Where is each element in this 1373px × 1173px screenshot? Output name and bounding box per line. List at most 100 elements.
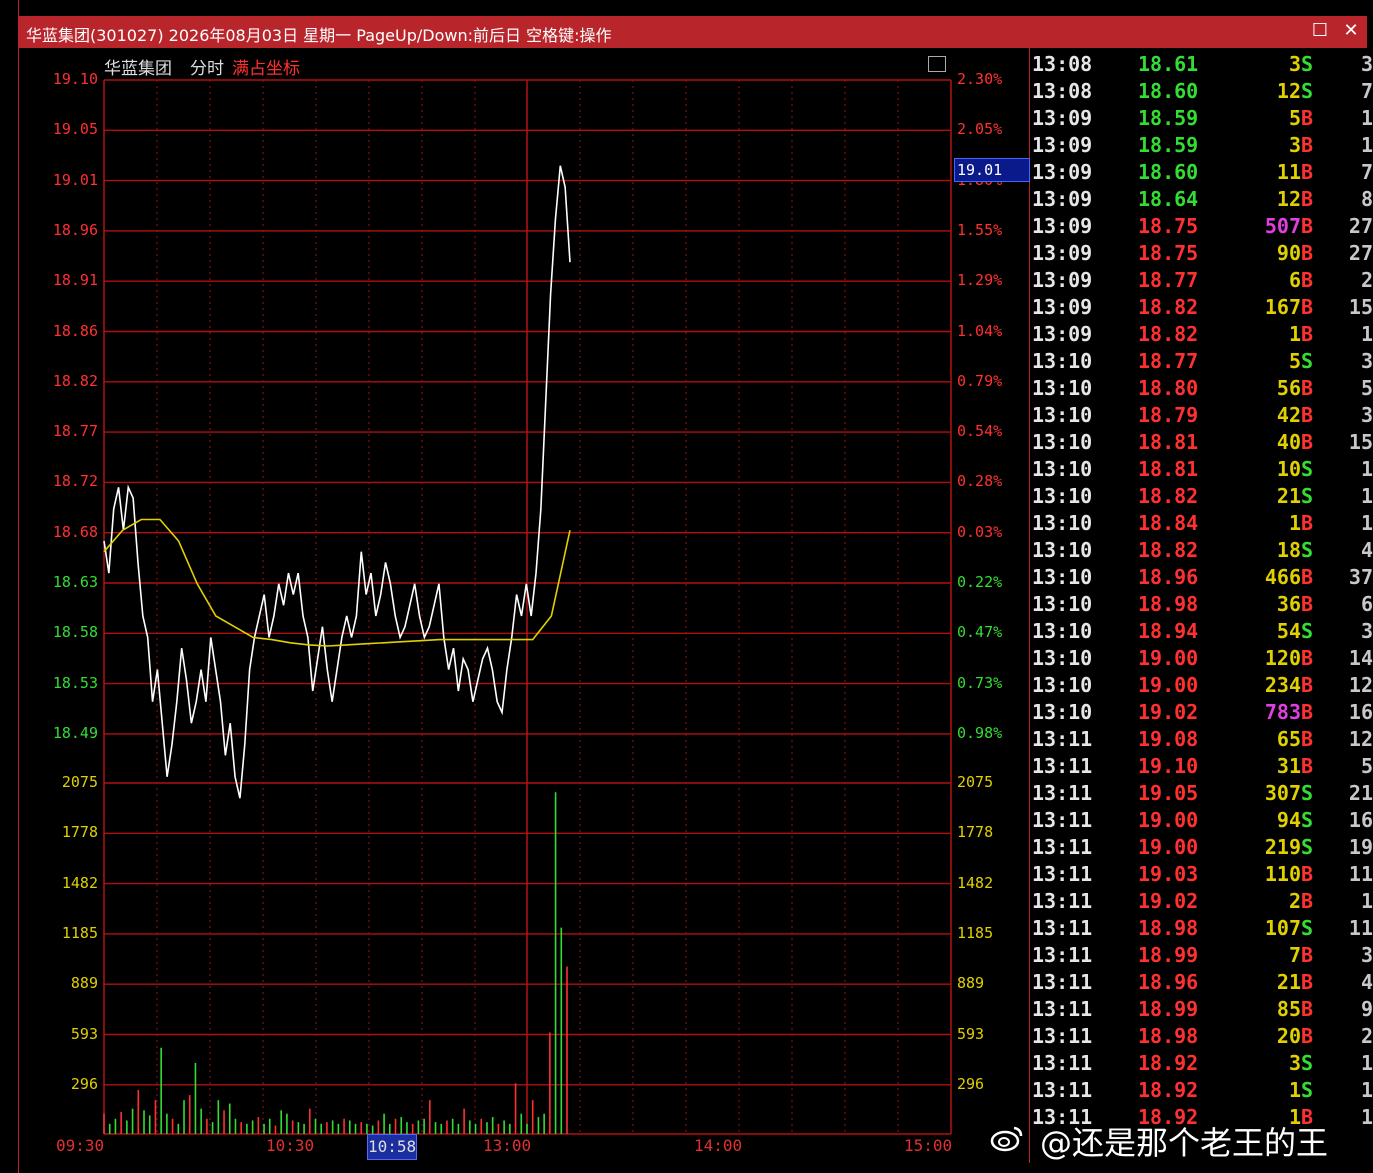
tick-row[interactable]: 13:10 19.00 120 B 14 <box>1030 646 1373 673</box>
tick-side: B <box>1301 403 1314 427</box>
tick-side: S <box>1301 916 1314 940</box>
tick-side: S <box>1301 619 1314 643</box>
tick-list[interactable]: 13:08 18.61 3 S 3 13:08 18.60 12 S 7 13:09 18.59 5 B 1… <box>1030 50 1373 1130</box>
tick-row[interactable]: 13:10 19.00 234 B 12 <box>1030 673 1373 700</box>
tick-row[interactable]: 13:09 18.59 5 B 1 <box>1030 106 1373 133</box>
tick-row[interactable]: 13:10 18.81 40 B 15 <box>1030 430 1373 457</box>
tick-price: 18.59 <box>1138 133 1199 157</box>
tick-count: 1 <box>1360 106 1373 130</box>
tick-count: 27 <box>1348 241 1373 265</box>
tick-side: B <box>1301 241 1314 265</box>
tick-price: 18.92 <box>1138 1078 1199 1102</box>
tick-side: B <box>1301 106 1314 130</box>
tick-side: B <box>1301 943 1314 967</box>
volume-axis-left-label: 1778 <box>61 823 98 842</box>
tick-volume: 1 <box>1288 511 1301 535</box>
volume-axis-right-label: 1778 <box>957 823 994 842</box>
tick-row[interactable]: 13:09 18.82 1 B 1 <box>1030 322 1373 349</box>
tick-row[interactable]: 13:10 19.02 783 B 16 <box>1030 700 1373 727</box>
tick-time: 13:10 <box>1032 700 1093 724</box>
tick-row[interactable]: 13:11 19.00 94 S 16 <box>1030 808 1373 835</box>
tick-row[interactable]: 13:09 18.77 6 B 2 <box>1030 268 1373 295</box>
volume-axis-left-label: 1482 <box>61 873 98 892</box>
tick-side: B <box>1301 160 1314 184</box>
tick-time: 13:11 <box>1032 1051 1093 1075</box>
tick-row[interactable]: 13:11 18.98 20 B 2 <box>1030 1024 1373 1051</box>
tick-side: S <box>1301 52 1314 76</box>
price-axis-right-label: 0.03% <box>957 522 1003 541</box>
tick-row[interactable]: 13:10 18.82 18 S 4 <box>1030 538 1373 565</box>
tick-count: 15 <box>1348 295 1373 319</box>
tick-row[interactable]: 13:09 18.59 3 B 1 <box>1030 133 1373 160</box>
tick-price: 18.99 <box>1138 997 1199 1021</box>
price-axis-right-label: 0.98% <box>957 723 1003 742</box>
volume-axis-left-label: 889 <box>70 974 98 993</box>
tick-side: B <box>1301 646 1314 670</box>
tick-row[interactable]: 13:11 19.10 31 B 5 <box>1030 754 1373 781</box>
tick-row[interactable]: 13:11 19.03 110 B 11 <box>1030 862 1373 889</box>
tick-time: 13:11 <box>1032 781 1093 805</box>
tick-row[interactable]: 13:11 18.92 3 S 1 <box>1030 1051 1373 1078</box>
tick-count: 3 <box>1360 619 1373 643</box>
tick-row[interactable]: 13:10 18.77 5 S 3 <box>1030 349 1373 376</box>
tick-volume: 7 <box>1288 943 1301 967</box>
tick-time: 13:10 <box>1032 484 1093 508</box>
tick-count: 3 <box>1360 943 1373 967</box>
tick-time: 13:09 <box>1032 268 1093 292</box>
tick-count: 27 <box>1348 214 1373 238</box>
tick-time: 13:10 <box>1032 457 1093 481</box>
tick-row[interactable]: 13:11 18.92 1 S 1 <box>1030 1078 1373 1105</box>
tick-row[interactable]: 13:09 18.75 90 B 27 <box>1030 241 1373 268</box>
tick-volume: 167 <box>1264 295 1301 319</box>
tick-volume: 234 <box>1264 673 1301 697</box>
price-axis-left-label: 18.91 <box>52 271 98 290</box>
tick-row[interactable]: 13:11 19.00 219 S 19 <box>1030 835 1373 862</box>
tick-row[interactable]: 13:10 18.98 36 B 6 <box>1030 592 1373 619</box>
tick-row[interactable]: 13:11 19.02 2 B 1 <box>1030 889 1373 916</box>
tick-row[interactable]: 13:10 18.79 42 B 3 <box>1030 403 1373 430</box>
tick-price: 19.02 <box>1138 889 1199 913</box>
time-cursor-label: 10:58 <box>367 1134 417 1160</box>
tick-price: 18.94 <box>1138 619 1199 643</box>
tick-volume: 120 <box>1264 646 1301 670</box>
tick-row[interactable]: 13:10 18.96 466 B 37 <box>1030 565 1373 592</box>
tick-row[interactable]: 13:10 18.82 21 S 1 <box>1030 484 1373 511</box>
tick-row[interactable]: 13:11 19.08 65 B 12 <box>1030 727 1373 754</box>
tick-side: B <box>1301 754 1314 778</box>
tick-row[interactable]: 13:10 18.81 10 S 1 <box>1030 457 1373 484</box>
tick-price: 18.60 <box>1138 160 1199 184</box>
tick-row[interactable]: 13:11 18.98 107 S 11 <box>1030 916 1373 943</box>
tick-row[interactable]: 13:11 18.99 85 B 9 <box>1030 997 1373 1024</box>
tick-count: 2 <box>1360 268 1373 292</box>
tick-row[interactable]: 13:08 18.60 12 S 7 <box>1030 79 1373 106</box>
tick-time: 13:11 <box>1032 1078 1093 1102</box>
tick-volume: 3 <box>1288 1051 1301 1075</box>
price-axis-left-label: 18.63 <box>52 573 98 591</box>
tick-time: 13:10 <box>1032 646 1093 670</box>
tick-volume: 2 <box>1288 889 1301 913</box>
tick-side: B <box>1301 1024 1314 1048</box>
tick-row[interactable]: 13:09 18.82 167 B 15 <box>1030 295 1373 322</box>
tick-row[interactable]: 13:09 18.64 12 B 8 <box>1030 187 1373 214</box>
tick-side: S <box>1301 349 1314 373</box>
tick-row[interactable]: 13:11 18.99 7 B 3 <box>1030 943 1373 970</box>
tick-count: 1 <box>1360 133 1373 157</box>
tick-volume: 11 <box>1276 160 1301 184</box>
tick-row[interactable]: 13:09 18.75 507 B 27 <box>1030 214 1373 241</box>
tick-row[interactable]: 13:11 19.05 307 S 21 <box>1030 781 1373 808</box>
price-axis-right-label: 2.30% <box>957 70 1003 88</box>
tick-row[interactable]: 13:09 18.60 11 B 7 <box>1030 160 1373 187</box>
tick-volume: 85 <box>1276 997 1301 1021</box>
tick-time: 13:11 <box>1032 727 1093 751</box>
tick-row[interactable]: 13:08 18.61 3 S 3 <box>1030 52 1373 79</box>
volume-axis-right-label: 1482 <box>957 873 994 892</box>
tick-row[interactable]: 13:10 18.94 54 S 3 <box>1030 619 1373 646</box>
tick-row[interactable]: 13:11 18.96 21 B 4 <box>1030 970 1373 997</box>
volume-axis-right-label: 296 <box>957 1074 985 1093</box>
tick-row[interactable]: 13:10 18.84 1 B 1 <box>1030 511 1373 538</box>
tick-count: 19 <box>1348 835 1373 859</box>
tick-time: 13:09 <box>1032 160 1093 184</box>
tick-row[interactable]: 13:10 18.80 56 B 5 <box>1030 376 1373 403</box>
tick-time: 13:11 <box>1032 889 1093 913</box>
tick-time: 13:11 <box>1032 970 1093 994</box>
